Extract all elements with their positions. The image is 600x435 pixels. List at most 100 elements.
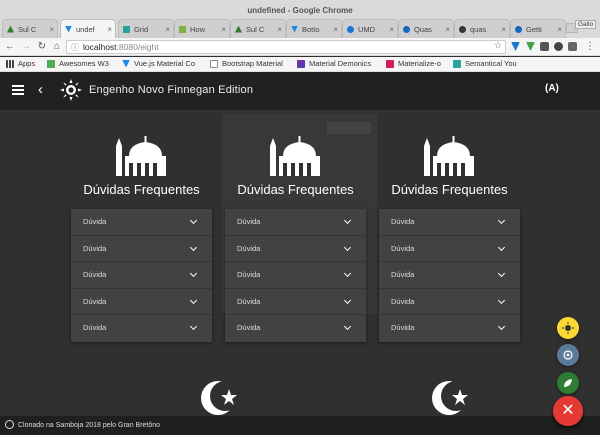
fab-leaf-button[interactable] [557,372,579,394]
browser-tab[interactable]: Sul C × [230,19,286,38]
chevron-down-icon [497,323,506,331]
window-title: undefined - Google Chrome [247,6,353,15]
faq-item[interactable]: Dúvida [379,289,520,316]
chevron-left-icon[interactable]: ‹ [38,81,43,98]
browser-tab[interactable]: Botto × [286,19,342,38]
bookmark-item[interactable]: Bootstrap Material [210,59,283,68]
tab-close-icon[interactable]: × [445,25,450,34]
copyright-icon [5,419,14,429]
fab-close-button[interactable]: ✕ [553,396,583,426]
faq-item[interactable]: Dúvida [379,236,520,263]
footer: Clonado na Samboja 2018 pelo Gran Bretôn… [0,416,600,435]
chevron-down-icon [343,243,352,251]
page-icon [210,59,218,68]
browser-tab-active[interactable]: undef × [60,19,116,38]
chevron-down-icon [497,296,506,304]
bookmark-item[interactable]: Vue.js Material Co [122,59,195,68]
browser-tab[interactable]: Quas × [398,19,454,38]
chevron-down-icon [497,270,506,278]
faq-item[interactable]: Dúvida [225,262,366,289]
chevron-down-icon [189,323,198,331]
tab-close-icon[interactable]: × [107,25,112,34]
extension-icon[interactable] [554,42,563,51]
faq-item[interactable]: Dúvida [71,289,212,316]
faq-item[interactable]: Dúvida [71,262,212,289]
chevron-down-icon [343,296,352,304]
tab-close-icon[interactable]: × [333,25,338,34]
tab-close-icon[interactable]: × [557,25,562,34]
fab-target-button[interactable] [557,344,579,366]
materialize-favicon-icon [386,59,394,68]
faq-item[interactable]: Dúvida [225,236,366,263]
tab-close-icon[interactable]: × [165,25,170,34]
tab-close-icon[interactable]: × [501,25,506,34]
fab-sun-button[interactable] [557,317,579,339]
bookmark-star-icon[interactable]: ☆ [494,40,502,51]
bookmark-item[interactable]: Apps [6,59,35,68]
profile-button[interactable]: Gallo [575,20,597,29]
faq-item[interactable]: Dúvida [71,209,212,236]
faq-title: Dúvidas Frequentes [391,182,508,197]
browser-tab[interactable]: How × [174,19,230,38]
reload-icon[interactable]: ↻ [36,41,48,53]
tab-close-icon[interactable]: × [49,25,54,34]
browser-toolbar: ← → ↻ ⌂ ⓘ localhost:8080/eight ☆ ⋮ [0,38,600,56]
material-favicon-icon [297,59,305,68]
window-titlebar: undefined - Google Chrome [0,0,600,18]
faq-list: Dúvida Dúvida Dúvida Dúvida Dúvida [225,209,366,342]
tab-favicon-icon [65,25,72,33]
bookmark-item[interactable]: Materialize-o [386,59,441,68]
hamburger-menu-icon[interactable] [12,85,24,97]
mosque-icon [424,136,474,176]
browser-tab[interactable]: quas × [454,19,510,38]
extension-icon[interactable] [540,42,549,51]
browser-tab[interactable]: Sul C × [2,19,58,38]
home-icon[interactable]: ⌂ [51,41,63,53]
chevron-down-icon [189,243,198,251]
tab-close-icon[interactable]: × [221,25,226,34]
extension-vue-green-icon[interactable] [526,42,535,51]
crescent-star-icon [432,381,471,415]
faq-item[interactable]: Dúvida [379,262,520,289]
forward-arrow-icon[interactable]: → [20,41,32,53]
tab-favicon-icon [179,25,186,33]
bookmark-item[interactable]: Semantical You [453,59,517,68]
overlay-button [327,122,371,134]
faq-item[interactable]: Dúvida [379,209,520,236]
faq-item[interactable]: Dúvida [379,315,520,342]
faq-item[interactable]: Dúvida [71,236,212,263]
chevron-down-icon [343,323,352,331]
browser-tab[interactable]: UMD × [342,19,398,38]
chevron-down-icon [189,296,198,304]
faq-item[interactable]: Dúvida [71,315,212,342]
faq-item[interactable]: Dúvida [225,315,366,342]
crescent-star-icon [201,381,240,415]
faq-item[interactable]: Dúvida [225,289,366,316]
app-title: Engenho Novo Finnegan Edition [89,84,254,96]
bookmarks-bar: Apps Awesomes W3 Vue.js Material Co Boot… [0,57,600,72]
tab-close-icon[interactable]: × [389,25,394,34]
broadcast-icon[interactable]: (A) [545,83,559,94]
browser-tab[interactable]: Getti × [510,19,566,38]
back-arrow-icon[interactable]: ← [4,41,16,53]
tab-favicon-icon [7,25,14,33]
menu-kebab-icon[interactable]: ⋮ [584,41,596,53]
tab-favicon-icon [347,25,354,33]
browser-tab[interactable]: Grid × [118,19,174,38]
url-path: :8080/eight [116,42,159,52]
address-bar[interactable]: ⓘ localhost:8080/eight [66,40,506,54]
chevron-down-icon [497,243,506,251]
faq-list: Dúvida Dúvida Dúvida Dúvida Dúvida [379,209,520,342]
faq-item[interactable]: Dúvida [225,209,366,236]
tab-close-icon[interactable]: × [277,25,282,34]
bookmark-item[interactable]: Material Demonics [297,59,371,68]
sun-logo-icon [60,79,82,101]
bookmark-item[interactable]: Awesomes W3 [47,59,109,68]
tab-favicon-icon [459,25,466,33]
extension-vue-icon[interactable] [511,42,520,51]
chevron-down-icon [497,216,506,225]
extension-icon[interactable] [568,42,577,51]
info-icon[interactable]: ⓘ [71,42,79,54]
tab-favicon-icon [291,25,298,33]
faq-title: Dúvidas Frequentes [83,182,200,197]
